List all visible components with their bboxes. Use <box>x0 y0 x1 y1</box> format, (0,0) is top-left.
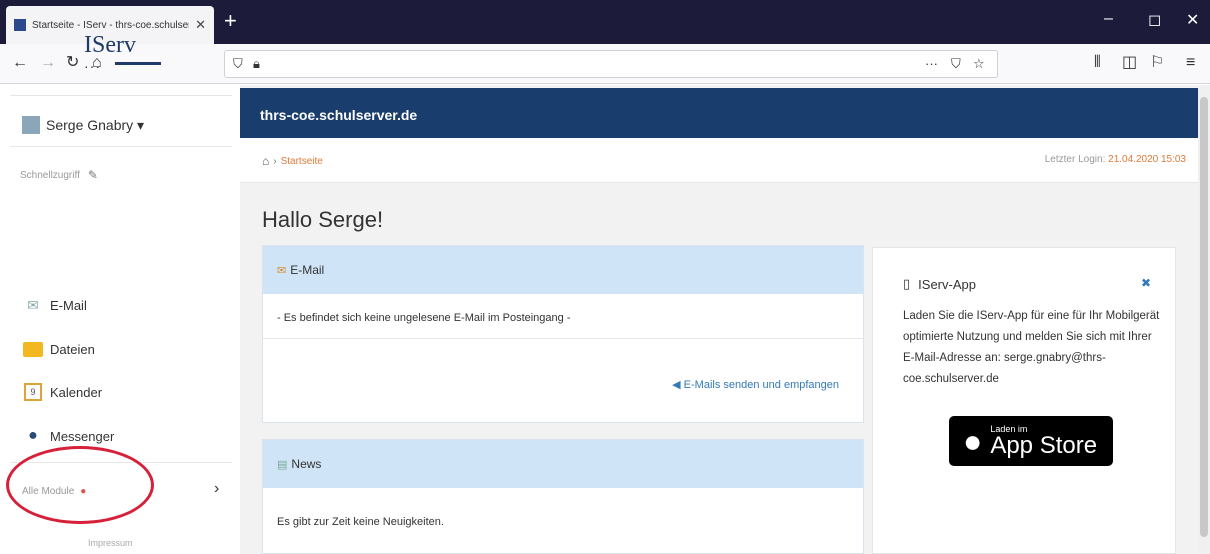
quick-access-label: Schnellzugriff <box>20 169 80 181</box>
scrollbar-thumb[interactable] <box>1200 97 1208 537</box>
apple-icon: ● <box>963 423 983 459</box>
site-favicon-icon <box>14 19 26 31</box>
sidebar-item-calendar[interactable]: 9 Kalender <box>22 383 102 401</box>
page-scrollbar[interactable] <box>1198 85 1210 554</box>
news-panel-message: Es gibt zur Zeit keine Neuigkeiten. <box>277 516 444 528</box>
library-icon[interactable]: ⫴ <box>1094 54 1101 72</box>
user-name: Serge Gnabry ▾ <box>46 116 145 133</box>
sidebar-toggle-icon[interactable]: ◫ <box>1122 54 1137 72</box>
news-icon: ▤ <box>277 458 288 471</box>
main-content: thrs-coe.schulserver.de ⌂ › Startseite L… <box>240 85 1210 554</box>
tab-close-icon[interactable]: ✕ <box>195 17 206 33</box>
sidebar-item-label: E-Mail <box>50 297 87 313</box>
page-actions-icon[interactable]: ··· <box>925 56 938 71</box>
divider <box>10 146 232 147</box>
quick-access: Schnellzugriff ✎ <box>20 168 98 182</box>
news-panel-header[interactable]: ▤ News <box>263 440 863 488</box>
last-login-value[interactable]: 21.04.2020 15:03 <box>1108 154 1186 165</box>
breadcrumb-separator: › <box>273 155 277 167</box>
divider <box>10 95 232 96</box>
last-login-label: Letzter Login: <box>1044 154 1106 165</box>
app-box-title-text: IServ-App <box>918 276 976 292</box>
app-box-title: ▯ IServ-App <box>903 276 976 292</box>
chevron-right-icon[interactable]: › <box>214 480 219 498</box>
browser-tab-bar: Startseite - IServ - thrs-coe.schulserve… <box>0 0 1210 44</box>
close-icon[interactable]: ✖ <box>1141 276 1151 290</box>
shield-icon[interactable]: ⛉ <box>233 56 243 72</box>
maximize-button[interactable]: ◻ <box>1148 10 1161 30</box>
impressum-link[interactable]: Impressum <box>88 538 133 548</box>
hamburger-menu-icon[interactable]: ≡ <box>1186 54 1195 72</box>
tab-title: Startseite - IServ - thrs-coe.schulserve… <box>32 19 190 31</box>
logo-dots: ··· <box>84 58 101 74</box>
sidebar-item-label: Messenger <box>50 428 115 444</box>
sidebar-item-messenger[interactable]: ● Messenger <box>22 427 114 445</box>
pocket-icon[interactable]: ⛉ <box>951 56 961 72</box>
extension-icon[interactable]: ⚐ <box>1150 54 1164 72</box>
avatar <box>22 116 40 134</box>
sidebar-item-email[interactable]: ✉ E-Mail <box>22 296 87 314</box>
sidebar-item-label: Kalender <box>50 384 103 400</box>
site-name[interactable]: thrs-coe.schulserver.de <box>260 107 417 123</box>
sidebar-item-files[interactable]: Dateien <box>22 340 95 358</box>
last-login: Letzter Login: 21.04.2020 15:03 <box>1045 154 1186 165</box>
breadcrumb: ⌂ › Startseite <box>262 154 323 168</box>
app-store-label: App Store <box>990 432 1098 459</box>
site-header: thrs-coe.schulserver.de <box>240 88 1198 138</box>
breadcrumb-bar: ⌂ › Startseite Letzter Login: 21.04.2020… <box>240 138 1198 183</box>
bookmark-star-icon[interactable]: ☆ <box>973 56 985 72</box>
email-panel-message: - Es befindet sich keine ungelesene E-Ma… <box>277 312 571 324</box>
page-title: Hallo Serge! <box>262 207 384 232</box>
email-panel-title: E-Mail <box>290 263 325 277</box>
back-arrow-icon[interactable]: ← <box>12 54 28 72</box>
annotation-circle <box>6 446 154 524</box>
app-box-text: Laden Sie die IServ-App für eine für Ihr… <box>903 310 1160 385</box>
mail-icon: ✉ <box>27 296 39 313</box>
reload-icon[interactable]: ↻ <box>66 54 79 72</box>
calendar-icon: 9 <box>22 383 44 401</box>
iserv-logo[interactable]: IServ <box>84 32 136 59</box>
email-panel: ✉ E-Mail - Es befindet sich keine ungele… <box>262 245 864 423</box>
news-panel: ▤ News Es gibt zur Zeit keine Neuigkeite… <box>262 439 864 554</box>
home-icon[interactable]: ⌂ <box>262 154 269 168</box>
email-send-link[interactable]: ◀ E-Mails senden und empfangen <box>672 378 839 391</box>
mail-icon: ✉ <box>277 264 287 277</box>
messenger-icon: ● <box>28 427 38 444</box>
logo-underline <box>115 62 161 65</box>
send-icon: ◀ <box>672 379 681 391</box>
iserv-app-box: ▯ IServ-App ✖ Laden Sie die IServ-App fü… <box>872 247 1176 554</box>
new-tab-button[interactable]: + <box>224 10 237 32</box>
minimize-button[interactable]: – <box>1104 10 1113 28</box>
folder-icon <box>22 340 44 358</box>
email-send-label: E-Mails senden und empfangen <box>683 379 839 391</box>
forward-arrow-icon[interactable]: → <box>40 54 56 72</box>
user-menu[interactable]: Serge Gnabry ▾ <box>22 116 144 134</box>
close-window-button[interactable]: ✕ <box>1186 10 1199 30</box>
pencil-icon[interactable]: ✎ <box>88 168 98 182</box>
email-panel-header[interactable]: ✉ E-Mail <box>263 246 863 294</box>
browser-nav-bar: ← → ↻ ⌂ ⛉ 🔒︎ ··· ⛉ ☆ ⫴ ◫ ⚐ ≡ <box>0 44 1210 84</box>
sidebar-item-label: Dateien <box>50 341 95 357</box>
news-panel-title: News <box>291 457 322 471</box>
phone-icon: ▯ <box>903 276 911 291</box>
breadcrumb-current[interactable]: Startseite <box>281 156 323 167</box>
url-bar[interactable]: ⛉ 🔒︎ ··· ⛉ ☆ <box>224 50 998 78</box>
app-store-badge[interactable]: ● Laden im App Store <box>949 416 1113 466</box>
divider <box>263 338 863 339</box>
lock-icon[interactable]: 🔒︎ <box>253 56 260 72</box>
